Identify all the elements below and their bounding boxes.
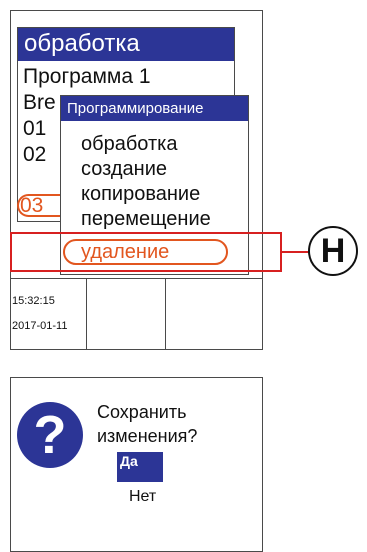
program-item-4[interactable]: 02	[23, 143, 46, 167]
callout-frame	[10, 232, 282, 272]
program-item-2[interactable]: Bre	[23, 91, 56, 115]
no-button[interactable]: Нет	[129, 488, 156, 506]
dialog-message-line-1: Сохранить	[97, 402, 187, 422]
panel-title: обработка	[18, 28, 234, 61]
question-icon: ?	[17, 402, 83, 468]
status-separator-1	[86, 278, 87, 350]
menu-item-move[interactable]: перемещение	[81, 207, 211, 231]
menu-item-create[interactable]: создание	[81, 157, 167, 181]
yes-button[interactable]: Да	[117, 452, 163, 482]
clock-date: 2017-01-11	[12, 320, 68, 332]
clock-time: 15:32:15	[12, 295, 55, 307]
menu-item-copy[interactable]: копирование	[81, 182, 200, 206]
dialog-message-line-2: изменения?	[97, 426, 198, 446]
save-dialog: ? Сохранить изменения? Да Нет	[10, 377, 263, 552]
dialog-message: Сохранить изменения?	[97, 400, 197, 448]
program-item-3[interactable]: 01	[23, 117, 46, 141]
menu-item-processing[interactable]: обработка	[81, 132, 177, 156]
callout-label: H	[308, 226, 358, 276]
status-divider	[10, 278, 263, 279]
status-separator-2	[165, 278, 166, 350]
program-item-5[interactable]: 03	[20, 194, 43, 217]
menu-title: Программирование	[61, 96, 248, 121]
program-item-1[interactable]: Программа 1	[23, 65, 151, 89]
callout-leader-line	[282, 251, 310, 253]
